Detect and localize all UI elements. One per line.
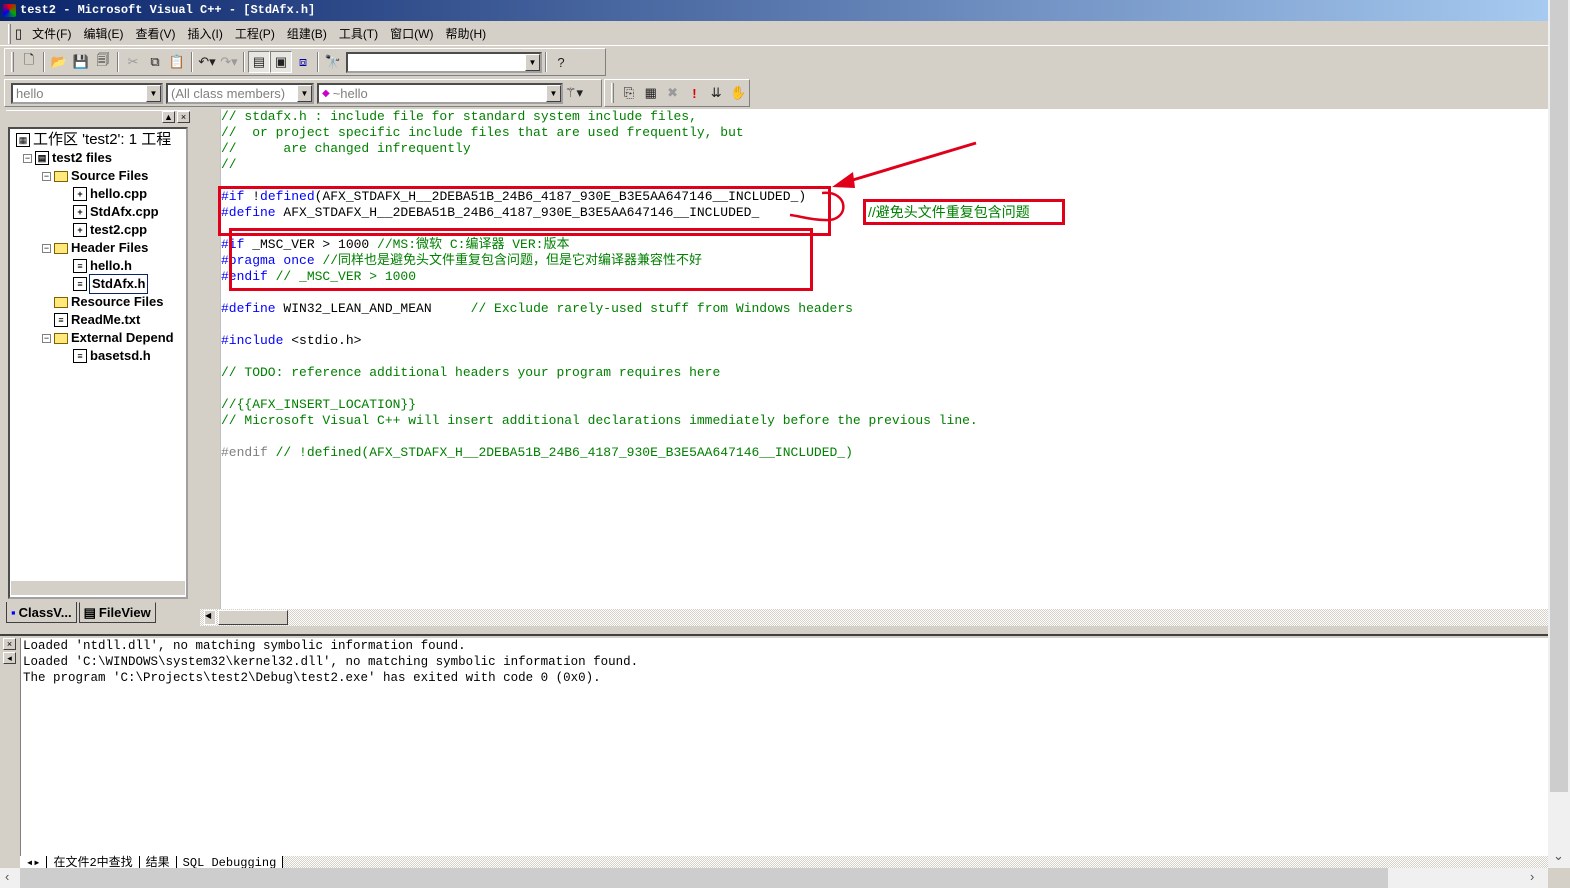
classview-icon: ▪	[11, 604, 16, 620]
header-file-icon: ≡	[73, 349, 87, 363]
code-token: // TODO: reference additional headers yo…	[221, 365, 721, 380]
page-vscrollbar[interactable]: ⌄	[1548, 0, 1570, 868]
code-line: #define WIN32_LEAN_AND_MEAN // Exclude r…	[221, 301, 853, 317]
code-token: // Exclude rarely-used stuff from Window…	[470, 301, 853, 316]
tree-item[interactable]: External Depend	[54, 329, 174, 347]
tree-item[interactable]: ≡ hello.h	[73, 257, 132, 275]
chevron-left-icon[interactable]: ‹	[5, 869, 9, 884]
code-token: // Microsoft Visual C++ will insert addi…	[221, 413, 978, 428]
close-icon[interactable]: ×	[3, 638, 16, 650]
code-token: //{{AFX_INSERT_LOCATION}}	[221, 397, 417, 412]
tree-item-label: ReadMe.txt	[71, 312, 141, 327]
editor-hscrollbar[interactable]: ◀	[200, 609, 1548, 626]
page-hscrollbar[interactable]: ‹ ›	[0, 868, 1548, 888]
tree-item-label: External Depend	[71, 330, 174, 345]
header-file-icon: ≡	[73, 277, 87, 291]
tree-item-label: hello.h	[90, 258, 132, 273]
fileview-icon: ▤	[83, 604, 96, 620]
scroll-thumb[interactable]	[20, 868, 1388, 888]
chevron-right-icon[interactable]: ›	[1530, 869, 1534, 884]
tree-item-label: StdAfx.h	[88, 274, 149, 294]
annotation-note: //避免头文件重复包含问题	[863, 199, 1065, 225]
folder-icon	[54, 332, 68, 344]
tree-hscrollbar[interactable]	[10, 580, 186, 596]
output-line: The program 'C:\Projects\test2\Debug\tes…	[23, 671, 601, 685]
collapse-toggle[interactable]: −	[42, 334, 51, 343]
scroll-thumb[interactable]	[1550, 0, 1568, 792]
tree-item[interactable]: Header Files	[54, 239, 148, 257]
arrow-head-icon	[832, 172, 855, 188]
header-file-icon: ≡	[73, 259, 87, 273]
tab-label: FileView	[98, 605, 151, 620]
dock-icon[interactable]: ◂	[3, 652, 16, 664]
output-panel: × ◂ Loaded 'ntdll.dll', no matching symb…	[0, 634, 1548, 870]
tree-item[interactable]: ≡ ReadMe.txt	[54, 311, 140, 329]
tree-item-label: basetsd.h	[90, 348, 151, 363]
code-line: // TODO: reference additional headers yo…	[221, 365, 720, 381]
tree-item[interactable]: ≡ StdAfx.h	[73, 274, 149, 294]
scroll-thumb[interactable]	[218, 610, 288, 625]
folder-icon	[54, 242, 68, 254]
folder-icon	[54, 296, 68, 308]
workspace-tabs: ▪ ClassV... ▤ FileView	[6, 602, 190, 624]
tree-item-label: Header Files	[71, 240, 149, 255]
code-line: // Microsoft Visual C++ will insert addi…	[221, 413, 978, 429]
code-token: // !defined(AFX_STDAFX_H__2DEBA51B_24B6_…	[267, 445, 853, 460]
code-line: //{{AFX_INSERT_LOCATION}}	[221, 397, 416, 413]
tree-item[interactable]: ≡ basetsd.h	[73, 347, 151, 365]
text-file-icon: ≡	[54, 313, 68, 327]
tree-item-label: Resource Files	[71, 294, 164, 309]
tab-label: ClassV...	[18, 604, 72, 620]
output-line: Loaded 'ntdll.dll', no matching symbolic…	[23, 639, 466, 653]
annotation-arrow	[845, 141, 977, 184]
code-token: WIN32_LEAN_AND_MEAN	[275, 301, 471, 316]
code-token: #include	[221, 333, 284, 348]
code-token: #define	[221, 301, 276, 316]
code-token: #endif	[221, 445, 268, 460]
tree-item[interactable]: Resource Files	[54, 293, 164, 311]
output-text[interactable]: Loaded 'ntdll.dll', no matching symbolic…	[20, 638, 1548, 856]
code-line: #endif // !defined(AFX_STDAFX_H__2DEBA51…	[221, 445, 853, 461]
annotation-curve	[789, 191, 845, 222]
tab-classview[interactable]: ▪ ClassV...	[6, 602, 77, 623]
code-line: #include <stdio.h>	[221, 333, 361, 349]
chevron-down-icon[interactable]: ⌄	[1553, 848, 1564, 864]
tab-fileview[interactable]: ▤ FileView	[78, 602, 156, 623]
collapse-toggle[interactable]: −	[42, 244, 51, 253]
code-token: <stdio.h>	[283, 333, 362, 348]
output-line: Loaded 'C:\WINDOWS\system32\kernel32.dll…	[23, 655, 639, 669]
scroll-left-icon[interactable]: ◀	[204, 610, 216, 625]
